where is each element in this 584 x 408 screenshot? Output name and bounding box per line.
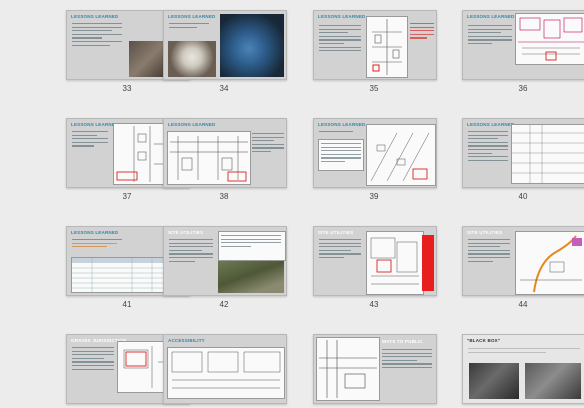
table: [511, 124, 584, 184]
slide-title: LESSONS LEARNED: [71, 14, 119, 19]
slide-title: SITE UTILITIES: [168, 230, 204, 235]
slide-preview: "BLACK BOX": [462, 334, 584, 404]
bullet-text: [169, 239, 213, 264]
slide-thumbnail[interactable]: SITE UTILITIES 42: [163, 226, 287, 309]
slide-number: 40: [518, 192, 528, 201]
slide-title: LESSONS LEARNED: [467, 14, 515, 19]
slide-title: LESSONS LEARNED: [318, 122, 366, 127]
slide-thumbnail[interactable]: LESSONS LEARNED 38: [163, 118, 287, 201]
drawing: [515, 231, 584, 295]
slide-preview: LESSONS LEARNED: [163, 118, 287, 188]
slide-title: ACCESSIBILITY: [168, 338, 205, 343]
slide-thumbnail[interactable]: "BLACK BOX": [462, 334, 584, 408]
slide-preview: LESSONS LEARNED: [313, 118, 437, 188]
slide-preview: SITE UTILITIES: [462, 226, 584, 296]
slide-title: "BLACK BOX": [467, 338, 501, 343]
slide-thumbnail[interactable]: SITE UTILITIES 44: [462, 226, 584, 309]
bullet-text: [468, 25, 512, 47]
bullet-text: [319, 239, 361, 261]
slide-title: LESSONS LEARNED: [71, 230, 119, 235]
slide-title: LESSONS LEARNED: [71, 122, 119, 127]
slide-thumbnail[interactable]: SITE UTILITIES 43: [313, 226, 437, 309]
bullet-text: [468, 131, 508, 163]
slide-title: LESSONS LEARNED: [467, 122, 515, 127]
bullet-text: [72, 239, 122, 250]
slide-preview: SITE UTILITIES: [313, 226, 437, 296]
red-highlight-bar: [422, 235, 434, 291]
slide-preview: LESSONS LEARNED: [313, 10, 437, 80]
bullet-text: [169, 23, 209, 30]
slide-thumbnail[interactable]: LESSONS LEARNED 40: [462, 118, 584, 201]
slide-preview: ACCESSIBILITY: [163, 334, 287, 404]
slide-thumbnail[interactable]: WATS TO PUBLIC: [313, 334, 437, 408]
document-excerpt: [218, 231, 286, 261]
document-excerpt: [318, 139, 364, 171]
slide-thumbnail[interactable]: LESSONS LEARNED 39: [313, 118, 437, 201]
slide-number: 35: [369, 84, 379, 93]
drawing: [515, 13, 584, 65]
bullet-text: [319, 25, 361, 54]
photo: [218, 261, 284, 293]
slide-title: LESSONS LEARNED: [168, 122, 216, 127]
photo: [525, 363, 581, 399]
photo: [168, 41, 216, 77]
drawing: [167, 131, 251, 185]
slide-number: 42: [219, 300, 229, 309]
slide-title: SITE UTILITIES: [467, 230, 503, 235]
bullet-text: [382, 349, 432, 371]
drawing: [366, 16, 408, 78]
photo: [469, 363, 519, 399]
slide-preview: LESSONS LEARNED: [462, 10, 584, 80]
bullet-text: [72, 347, 114, 372]
slide-number: 43: [369, 300, 379, 309]
bullet-text: [252, 133, 284, 155]
bullet-text: [319, 131, 361, 135]
slide-thumbnail[interactable]: LESSONS LEARNED 36: [462, 10, 584, 93]
bullet-text: [468, 239, 510, 264]
note-text: [410, 23, 434, 41]
slide-number: 34: [219, 84, 229, 93]
slide-thumbnail[interactable]: LESSONS LEARNED 35: [313, 10, 437, 93]
slide-preview: SITE UTILITIES: [163, 226, 287, 296]
photo: [220, 14, 284, 77]
slide-number: 36: [518, 84, 528, 93]
slide-title: LESSONS LEARNED: [168, 14, 216, 19]
slide-preview: LESSONS LEARNED: [462, 118, 584, 188]
drawing: [366, 124, 436, 186]
slide-preview: LESSONS LEARNED: [163, 10, 287, 80]
slide-thumbnail[interactable]: LESSONS LEARNED 34: [163, 10, 287, 93]
slide-preview: WATS TO PUBLIC: [313, 334, 437, 404]
bullet-text: [72, 131, 108, 149]
drawing: [316, 337, 380, 401]
bullet-text: [468, 348, 580, 355]
slide-number: 39: [369, 192, 379, 201]
drawing: [167, 347, 285, 399]
drawing: [366, 231, 424, 295]
slide-title: WATS TO PUBLIC: [382, 339, 423, 344]
slide-title: SITE UTILITIES: [318, 230, 354, 235]
slide-thumbnail[interactable]: ACCESSIBILITY: [163, 334, 287, 408]
slide-title: LESSONS LEARNED: [318, 14, 366, 19]
bullet-text: [72, 23, 122, 48]
slide-number: 44: [518, 300, 528, 309]
slide-number: 38: [219, 192, 229, 201]
